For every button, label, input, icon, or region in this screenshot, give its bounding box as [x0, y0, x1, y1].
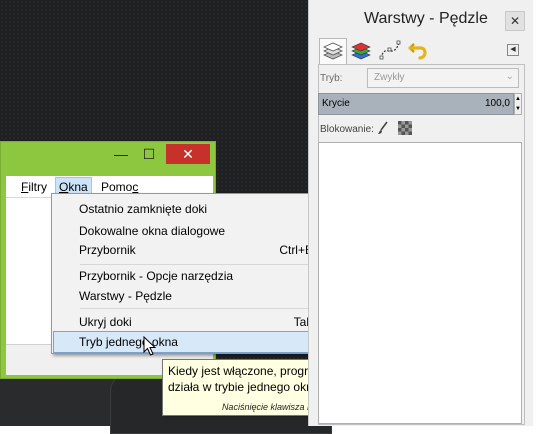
opacity-slider[interactable]: Krycie 100,0 [318, 93, 514, 115]
layers-tab-icon [323, 42, 343, 60]
minimize-button[interactable]: — [109, 144, 133, 164]
channels-tab-icon [351, 42, 371, 60]
menu-item-przybornik[interactable]: Przybornik Ctrl+B [53, 239, 323, 261]
paths-tab-icon [379, 40, 401, 60]
close-button[interactable]: ✕ [166, 144, 210, 164]
menu-pomoc-start: Pomo [101, 180, 133, 194]
gimp-titlebar[interactable]: — ☐ ✕ [1, 142, 215, 172]
opacity-spin-buttons[interactable]: ▲ ▼ [514, 93, 522, 115]
menu-okna-rest: kna [68, 180, 88, 194]
layers-brushes-dock: Warstwy - Pędzle ✕ ◀ Tryb: Zwykły ⌄ Kryc… [308, 0, 533, 426]
mode-select[interactable]: Zwykły ⌄ [367, 68, 519, 88]
menu-filtry[interactable]: Filtry [18, 179, 50, 195]
chevron-down-icon: ⌄ [505, 71, 514, 82]
menu-okna-mnemonic: O [59, 180, 69, 194]
menu-item-label: Warstwy - Pędzle [79, 289, 172, 303]
alpha-lock-icon[interactable] [398, 121, 412, 135]
mode-label: Tryb: [320, 73, 343, 84]
opacity-value: 100,0 [484, 98, 510, 109]
menu-item-ukryj-doki[interactable]: Ukryj doki Tab [53, 311, 323, 333]
menu-filtry-rest: iltry [28, 180, 48, 194]
menu-item-label: Przybornik [79, 243, 136, 257]
mouse-cursor-icon [143, 336, 157, 356]
opacity-label: Krycie [322, 98, 350, 109]
menu-item-label: Przybornik - Opcje narzędzia [79, 269, 234, 283]
menu-item-label: Tryb jednego okna [79, 335, 178, 349]
layers-list[interactable] [318, 142, 522, 424]
tab-channels[interactable] [348, 38, 376, 64]
menu-item-label: Dokowalne okna dialogowe [79, 224, 226, 238]
lock-label: Blokowanie: [320, 124, 374, 135]
tab-layers[interactable] [319, 38, 347, 64]
dock-menu-button[interactable]: ◀ [507, 44, 519, 56]
maximize-button[interactable]: ☐ [137, 144, 161, 164]
dock-close-button[interactable]: ✕ [505, 11, 525, 31]
menu-item-label: Ukryj doki [79, 315, 132, 329]
mode-value: Zwykły [374, 72, 405, 83]
menu-pomoc-mnemonic: c [132, 180, 139, 194]
brush-lock-icon[interactable] [377, 121, 389, 135]
menu-item-przybornik-opcje-narzedzia[interactable]: Przybornik - Opcje narzędzia [53, 265, 323, 287]
tab-paths[interactable] [377, 38, 405, 64]
okna-dropdown-menu: Ostatnio zamknięte doki ▶ Dokowalne okna… [51, 193, 325, 354]
dock-title: Warstwy - Pędzle [364, 10, 488, 27]
tab-undo-history[interactable] [406, 38, 434, 64]
menu-item-warstwy-pedzle[interactable]: Warstwy - Pędzle [53, 285, 323, 307]
menu-item-label: Ostatnio zamknięte doki [79, 202, 208, 216]
menu-item-tryb-jednego-okna[interactable]: Tryb jednego okna [53, 331, 323, 353]
menu-separator [80, 308, 320, 309]
undo-tab-icon [408, 43, 427, 60]
menu-item-ostatnio-zamkniete-doki[interactable]: Ostatnio zamknięte doki ▶ [53, 198, 323, 220]
